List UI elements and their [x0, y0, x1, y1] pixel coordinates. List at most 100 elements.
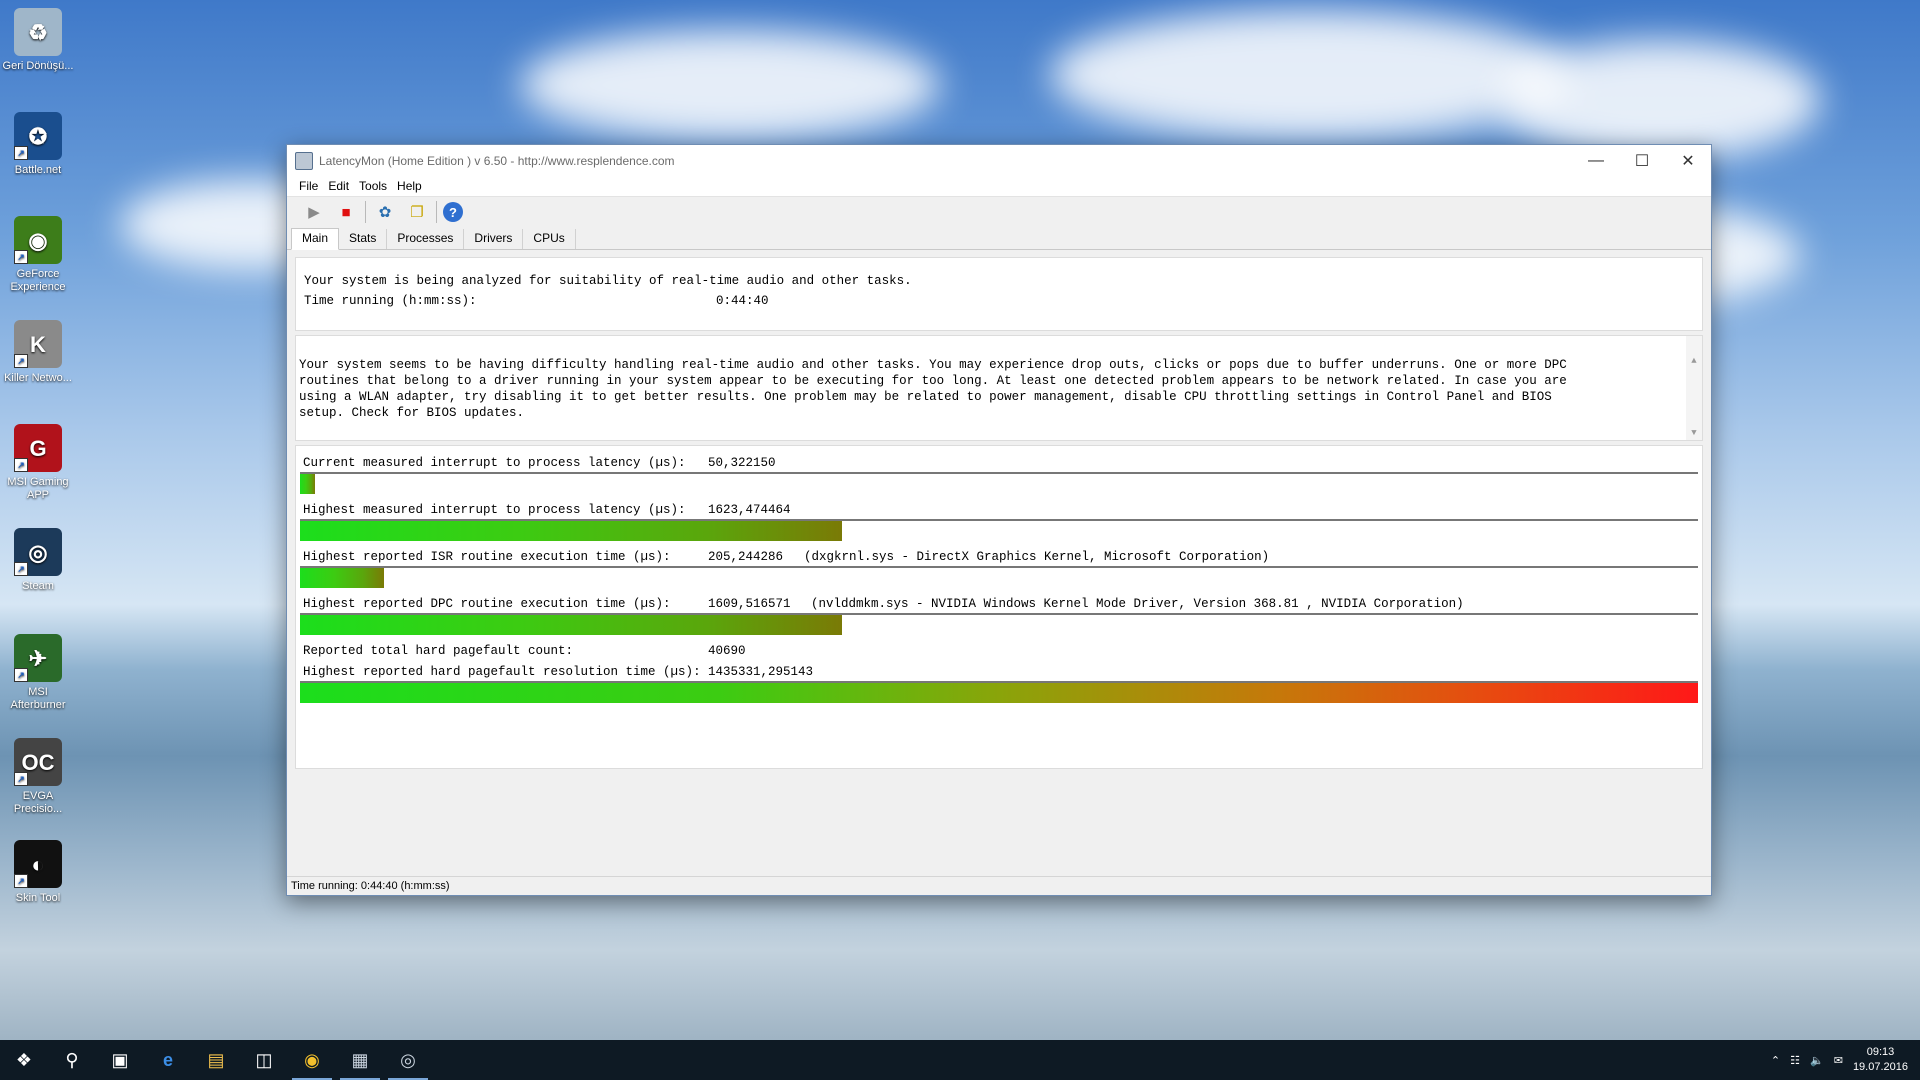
desktop-icon[interactable]: ♻ Geri Dönüşü...	[0, 8, 76, 73]
menu-file[interactable]: File	[299, 179, 318, 193]
desktop-icon-label: Battle.net	[14, 164, 62, 176]
close-button[interactable]: ✕	[1665, 145, 1711, 176]
menu-help[interactable]: Help	[397, 179, 422, 193]
icon-glyph: ✪	[28, 123, 48, 149]
cloud	[520, 30, 940, 140]
desktop-icon-label: Skin Tool	[15, 892, 61, 904]
shortcut-arrow-icon: ↗	[14, 874, 28, 888]
app-icon: ♻	[14, 8, 62, 56]
stop-icon[interactable]: ■	[333, 200, 359, 224]
shortcut-arrow-icon: ↗	[14, 668, 28, 682]
pagefault-bar	[300, 681, 1698, 703]
message-panel: Your system seems to be having difficult…	[295, 335, 1703, 441]
app-icon: ◐ ↗	[14, 840, 62, 888]
dpc-bar	[300, 613, 1698, 635]
icon-glyph: ◐	[31, 851, 45, 877]
message-line: routines that belong to a driver running…	[299, 374, 1567, 388]
search-icon[interactable]: ⚲	[48, 1040, 96, 1080]
start-button[interactable]: ❖	[0, 1040, 48, 1080]
title-bar[interactable]: LatencyMon (Home Edition ) v 6.50 - http…	[287, 145, 1711, 176]
metric-value: 1623,474464	[708, 503, 791, 517]
desktop-icon-label: Steam	[22, 580, 54, 592]
desktop-icon[interactable]: ◐ ↗ Skin Tool	[0, 840, 76, 905]
app-icon: ✪ ↗	[14, 112, 62, 160]
toolbar-separator	[436, 201, 437, 223]
app-icon: ◎ ↗	[14, 528, 62, 576]
tab-drivers[interactable]: Drivers	[464, 229, 524, 249]
analysis-status: Your system is being analyzed for suitab…	[304, 274, 912, 288]
metric-detail: (dxgkrnl.sys - DirectX Graphics Kernel, …	[804, 550, 1270, 564]
clock-time: 09:13	[1866, 1046, 1895, 1058]
windows-icon[interactable]: ❐	[404, 200, 430, 224]
desktop-icon[interactable]: ◎ ↗ Steam	[0, 528, 76, 593]
bar-fill	[300, 568, 384, 588]
desktop-icon-label: Killer Netwo...	[4, 372, 72, 384]
pagefault-time-value: 1435331,295143	[708, 665, 814, 679]
tab-bar: Main Stats Processes Drivers CPUs	[287, 227, 1711, 250]
menu-edit[interactable]: Edit	[328, 179, 349, 193]
menu-tools[interactable]: Tools	[359, 179, 387, 193]
metric-label: Highest measured interrupt to process la…	[303, 503, 686, 517]
desktop-icon[interactable]: ✪ ↗ Battle.net	[0, 112, 76, 177]
play-icon[interactable]: ▶	[301, 200, 327, 224]
latencymon-taskbar-icon[interactable]: ▦	[336, 1040, 384, 1080]
bar-fill	[300, 521, 843, 541]
desktop-icon[interactable]: ✈ ↗ MSI Afterburner	[0, 634, 76, 712]
edge-icon[interactable]: e	[144, 1040, 192, 1080]
file-explorer-icon[interactable]: ▤	[192, 1040, 240, 1080]
app-icon: ◉ ↗	[14, 216, 62, 264]
window-title: LatencyMon (Home Edition ) v 6.50 - http…	[319, 153, 675, 168]
message-scrollbar[interactable]: ▲ ▼	[1686, 336, 1702, 440]
desktop-icon[interactable]: ◉ ↗ GeForce Experience	[0, 216, 76, 294]
icon-glyph: G	[29, 435, 47, 461]
bar-fill	[300, 474, 316, 494]
tab-cpus[interactable]: CPUs	[523, 229, 576, 249]
tab-main[interactable]: Main	[291, 228, 340, 250]
steam-taskbar-icon[interactable]: ◎	[384, 1040, 432, 1080]
latencymon-window: LatencyMon (Home Edition ) v 6.50 - http…	[286, 144, 1712, 896]
help-icon[interactable]: ?	[443, 202, 463, 222]
taskbar: ❖ ⚲ ▣ e ▤ ◫ ◉ ▦ ◎ ⌃ ☷ 🔈 ✉ 09:13 19.07.20…	[0, 1040, 1920, 1080]
desktop-icon[interactable]: G ↗ MSI Gaming APP	[0, 424, 76, 502]
cloud	[1050, 10, 1570, 140]
toolbar: ▶ ■ ✿ ❐ ?	[287, 197, 1711, 227]
latency-bar	[300, 472, 1698, 494]
scroll-up-icon[interactable]: ▲	[1686, 356, 1702, 366]
chrome-icon[interactable]: ◉	[288, 1040, 336, 1080]
desktop-icon-label: MSI Afterburner	[10, 686, 66, 711]
shortcut-arrow-icon: ↗	[14, 146, 28, 160]
pagefault-count-value: 40690	[708, 644, 746, 658]
analyze-icon[interactable]: ✿	[372, 200, 398, 224]
cloud	[1500, 40, 1820, 160]
clock[interactable]: 09:13 19.07.2016	[1853, 1045, 1908, 1075]
time-running-label: Time running (h:mm:ss):	[304, 294, 477, 308]
bar-fill	[300, 683, 1698, 703]
message-line: using a WLAN adapter, try disabling it t…	[299, 390, 1552, 404]
desktop-icon-label: MSI Gaming APP	[7, 476, 69, 501]
task-view-icon[interactable]: ▣	[96, 1040, 144, 1080]
network-icon[interactable]: ☷	[1790, 1054, 1800, 1067]
chevron-up-icon[interactable]: ⌃	[1771, 1054, 1780, 1067]
summary-panel: Your system is being analyzed for suitab…	[295, 257, 1703, 331]
app-icon: G ↗	[14, 424, 62, 472]
volume-icon[interactable]: 🔈	[1810, 1054, 1824, 1067]
message-line: setup. Check for BIOS updates.	[299, 406, 525, 420]
maximize-button[interactable]: ☐	[1619, 145, 1665, 176]
desktop-icon[interactable]: K ↗ Killer Netwo...	[0, 320, 76, 385]
time-running-value: 0:44:40	[716, 294, 769, 308]
metric-value: 1609,516571	[708, 597, 791, 611]
minimize-button[interactable]: —	[1573, 145, 1619, 176]
clock-date: 19.07.2016	[1852, 1061, 1908, 1073]
notification-icon[interactable]: ✉	[1834, 1054, 1843, 1067]
tab-stats[interactable]: Stats	[339, 229, 388, 249]
bar-fill	[300, 615, 843, 635]
shortcut-arrow-icon: ↗	[14, 772, 28, 786]
icon-glyph: ♻	[28, 19, 48, 45]
tab-processes[interactable]: Processes	[387, 229, 465, 249]
scroll-down-icon[interactable]: ▼	[1686, 428, 1702, 438]
desktop-icon-label: GeForce Experience	[10, 268, 66, 293]
message-line: Your system seems to be having difficult…	[299, 358, 1567, 372]
store-icon[interactable]: ◫	[240, 1040, 288, 1080]
shortcut-arrow-icon: ↗	[14, 562, 28, 576]
desktop-icon[interactable]: OC ↗ EVGA Precisio...	[0, 738, 76, 816]
